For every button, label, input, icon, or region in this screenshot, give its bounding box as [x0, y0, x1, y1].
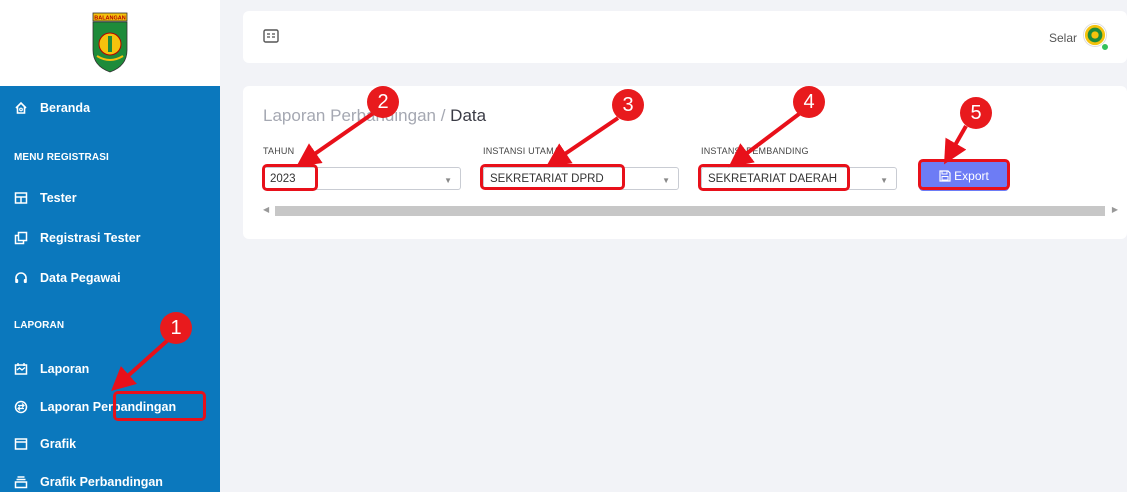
sidebar-item-data-pegawai[interactable]: Data Pegawai [0, 260, 220, 296]
sidebar-nav: Beranda MENU REGISTRASI Tester Registras… [0, 86, 220, 492]
compare-icon [14, 400, 28, 414]
window-icon [14, 437, 28, 451]
annotation-badge-2: 2 [367, 86, 399, 118]
sidebar-item-label: Tester [40, 191, 77, 205]
chevron-down-icon: ▼ [880, 176, 888, 185]
sidebar: BALANGAN Beranda MENU REGISTRASI Tester … [0, 0, 220, 492]
tahun-value: 2023 [270, 172, 296, 185]
section-menu-registrasi: MENU REGISTRASI [14, 151, 109, 163]
save-icon [939, 170, 951, 182]
sidebar-item-label: Laporan [40, 362, 90, 376]
copy-icon [14, 231, 28, 245]
breadcrumb-current: Data [450, 106, 487, 125]
scroll-right-icon[interactable]: ▶ [1112, 205, 1118, 214]
svg-text:BALANGAN: BALANGAN [94, 16, 125, 22]
home-icon [14, 101, 28, 115]
sidebar-item-label: Data Pegawai [40, 271, 121, 285]
sidebar-item-tester[interactable]: Tester [0, 180, 220, 216]
instansi-pembanding-value: SEKRETARIAT DAERAH [708, 172, 838, 185]
instansi-utama-label: INSTANSI UTAMA [483, 146, 560, 156]
export-button[interactable]: Export [919, 161, 1009, 191]
sidebar-item-label: Beranda [40, 101, 91, 115]
tahun-select[interactable]: 2023 ▼ [263, 167, 461, 190]
instansi-pembanding-select[interactable]: SEKRETARIAT DAERAH ▼ [701, 167, 897, 190]
horizontal-scrollbar[interactable]: ◀ ▶ [263, 205, 1118, 216]
instansi-pembanding-label: INSTANSI PEMBANDING [701, 146, 809, 156]
sidebar-item-beranda[interactable]: Beranda [0, 90, 220, 126]
sidebar-item-label: Grafik [40, 437, 77, 451]
breadcrumb-parent[interactable]: Laporan Perbandingan / [263, 106, 445, 125]
online-status-dot [1101, 43, 1109, 51]
sidebar-item-label: Grafik Perbandingan [40, 475, 163, 489]
table-icon [14, 191, 28, 205]
sidebar-item-label: Laporan Perbandingan [40, 400, 177, 414]
instansi-utama-value: SEKRETARIAT DPRD [490, 172, 604, 185]
sidebar-item-laporan-perbandingan[interactable]: Laporan Perbandingan [0, 389, 220, 425]
sidebar-toggle-icon[interactable] [263, 29, 279, 43]
chevron-down-icon: ▼ [662, 176, 670, 185]
tahun-label: TAHUN [263, 146, 295, 156]
sidebar-item-label: Registrasi Tester [40, 231, 141, 245]
sidebar-item-registrasi-tester[interactable]: Registrasi Tester [0, 220, 220, 256]
logo: BALANGAN [92, 12, 128, 73]
logo-area: BALANGAN [0, 0, 220, 86]
user-name[interactable]: Selar [1049, 31, 1077, 45]
instansi-utama-select[interactable]: SEKRETARIAT DPRD ▼ [483, 167, 679, 190]
topbar: Selar [243, 11, 1127, 63]
headset-icon [14, 271, 28, 285]
sidebar-item-grafik[interactable]: Grafik [0, 426, 220, 462]
sidebar-item-grafik-perbandingan[interactable]: Grafik Perbandingan [0, 464, 220, 492]
annotation-badge-1: 1 [160, 312, 192, 344]
annotation-badge-3: 3 [612, 89, 644, 121]
export-label: Export [954, 169, 989, 183]
chevron-down-icon: ▼ [444, 176, 452, 185]
calendar-icon [14, 362, 28, 376]
annotation-badge-5: 5 [960, 97, 992, 129]
scroll-left-icon[interactable]: ◀ [263, 205, 269, 214]
stack-icon [14, 475, 28, 489]
sidebar-item-laporan[interactable]: Laporan [0, 351, 220, 387]
annotation-badge-4: 4 [793, 86, 825, 118]
scroll-thumb[interactable] [275, 206, 1105, 216]
